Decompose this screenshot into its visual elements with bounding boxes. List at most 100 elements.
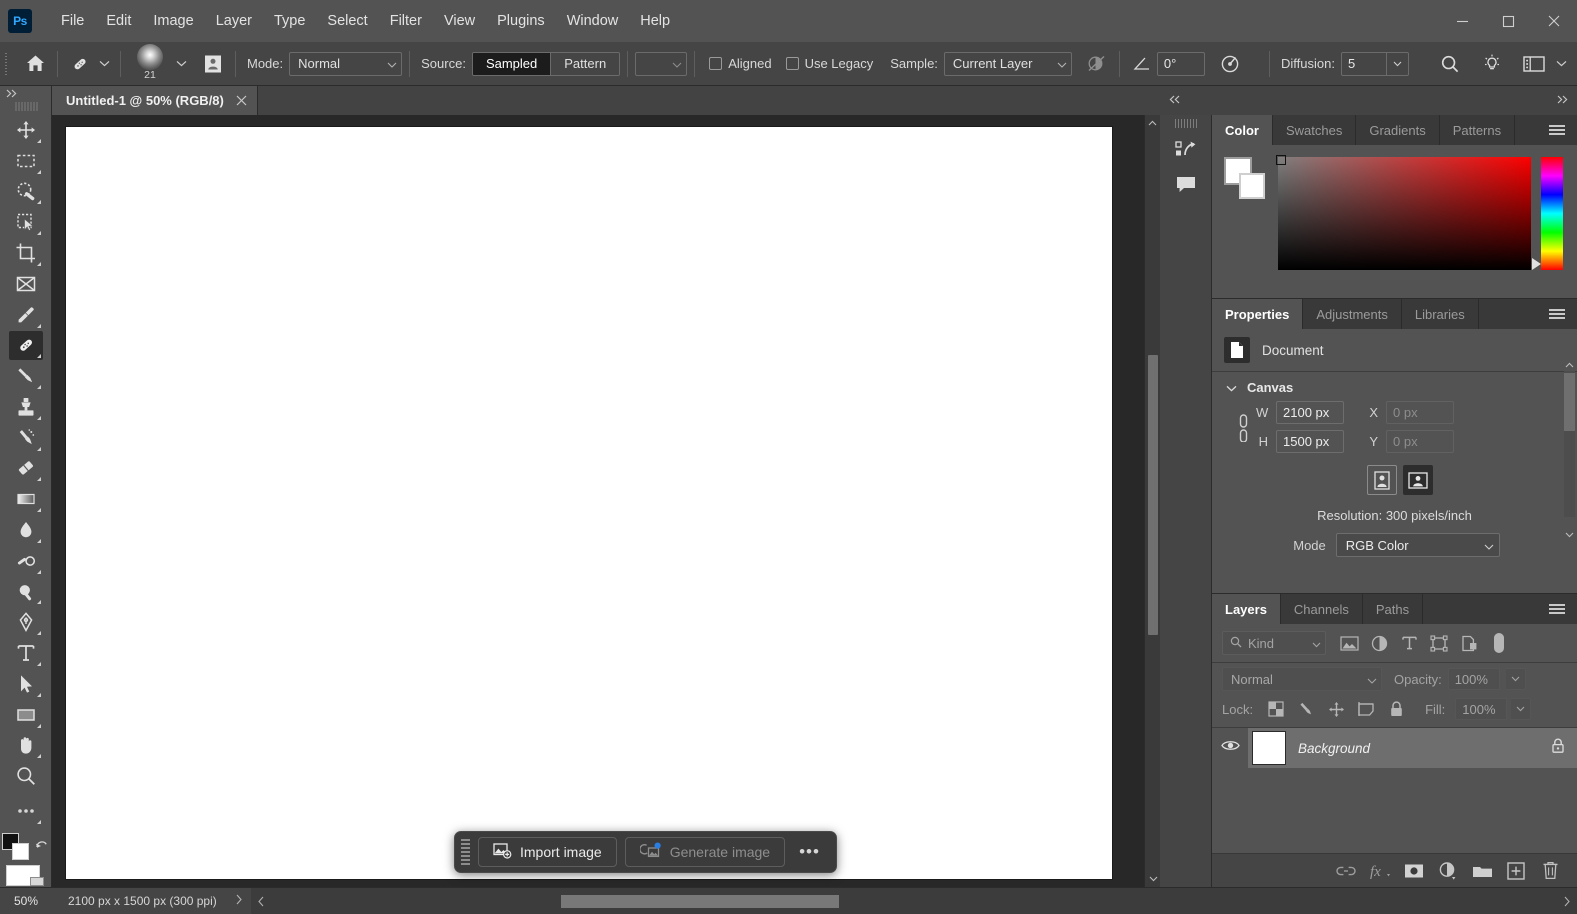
tab-channels[interactable]: Channels [1280,594,1363,624]
scrollbar-thumb[interactable] [1148,355,1158,635]
blend-mode-select[interactable]: Normal [1222,667,1382,691]
collapse-panels-icon[interactable] [1168,95,1182,107]
pressure-for-size-icon[interactable] [1215,49,1245,79]
filter-shape-icon[interactable] [1424,630,1454,656]
history-brush-tool[interactable] [9,423,43,453]
tab-color[interactable]: Color [1212,115,1273,145]
tool-preset-chevron-icon[interactable] [95,49,113,79]
source-pattern-button[interactable]: Pattern [551,52,620,75]
close-icon[interactable] [236,93,247,109]
tab-properties[interactable]: Properties [1212,299,1304,329]
tab-libraries[interactable]: Libraries [1401,299,1479,329]
canvas-viewport[interactable]: Import image Generate image ••• [52,115,1144,887]
lock-artboard-nesting-icon[interactable] [1353,697,1379,721]
expand-panels-icon[interactable] [1555,95,1569,107]
menu-layer[interactable]: Layer [205,9,263,33]
y-input[interactable]: 0 px [1386,430,1454,453]
brush-tool[interactable] [9,361,43,391]
tab-patterns[interactable]: Patterns [1439,115,1516,145]
lasso-tool[interactable] [9,177,43,207]
menu-image[interactable]: Image [142,9,204,33]
expand-toolbar-icon[interactable] [0,86,52,101]
lock-transparency-icon[interactable] [1263,697,1289,721]
panel-menu-icon[interactable] [1537,594,1577,624]
layer-row-content[interactable]: Background [1248,728,1577,768]
lock-icon[interactable] [1551,738,1565,759]
artboard[interactable] [66,127,1112,879]
canvas-vertical-scrollbar[interactable] [1144,115,1160,887]
background-color-swatch[interactable] [11,842,29,860]
menu-select[interactable]: Select [316,9,378,33]
options-bar-grip[interactable] [0,42,12,86]
menu-window[interactable]: Window [556,9,630,33]
height-input[interactable]: 1500 px [1276,430,1344,453]
healing-brush-icon[interactable] [65,49,95,79]
drag-handle[interactable] [461,839,470,865]
mode-select[interactable]: Normal [289,51,403,76]
scroll-up-icon[interactable] [1145,115,1160,131]
photoshop-logo[interactable]: Ps [8,9,32,33]
fill-stepper-icon[interactable] [1511,698,1532,720]
new-adjustment-layer-icon[interactable] [1431,854,1465,888]
crop-tool[interactable] [9,238,43,268]
menu-view[interactable]: View [433,9,486,33]
sample-select[interactable]: Current Layer [943,51,1072,76]
properties-scrollbar[interactable] [1564,355,1575,538]
chevron-down-icon[interactable] [1226,380,1237,395]
tab-adjustments[interactable]: Adjustments [1303,299,1402,329]
menu-edit[interactable]: Edit [95,9,142,33]
dodge-tool[interactable] [9,546,43,576]
blur-droplet-tool[interactable] [9,515,43,545]
rectangular-marquee-tool[interactable] [9,146,43,176]
color-spectrum-field[interactable] [1276,155,1531,270]
path-selection-tool[interactable] [9,669,43,699]
width-input[interactable]: 2100 px [1276,401,1344,424]
more-options-icon[interactable]: ••• [793,842,826,862]
search-icon[interactable] [1435,49,1465,79]
maximize-button[interactable] [1485,0,1531,42]
menu-filter[interactable]: Filter [379,9,433,33]
scroll-down-icon[interactable] [1145,871,1161,887]
foreground-background-swatch-pair[interactable] [1222,157,1268,201]
layer-visibility-toggle[interactable] [1212,739,1248,757]
layer-row-background[interactable]: Background [1212,728,1577,768]
scroll-down-icon[interactable] [1564,525,1575,543]
scrollbar-thumb[interactable] [1564,373,1575,431]
brush-preset-picker-icon[interactable] [172,49,190,79]
generate-image-button[interactable]: Generate image [624,837,786,867]
ignore-adjustment-layers-icon[interactable] [1082,49,1112,79]
clone-stamp-tool[interactable] [9,392,43,422]
pattern-stamp-icon[interactable] [198,49,228,79]
menu-plugins[interactable]: Plugins [486,9,556,33]
filter-toggle-icon[interactable] [1484,630,1514,656]
scroll-left-icon[interactable] [251,896,271,907]
workspace-switcher-icon[interactable] [1519,49,1549,79]
delete-layer-icon[interactable] [1533,854,1567,888]
close-button[interactable] [1531,0,1577,42]
filter-adjustment-icon[interactable] [1364,630,1394,656]
brush-size-preview[interactable]: 21 [128,43,172,81]
tools-panel-grip[interactable] [13,101,38,112]
rectangle-tool[interactable] [9,700,43,730]
new-layer-icon[interactable] [1499,854,1533,888]
type-tool[interactable] [9,638,43,668]
diffusion-field[interactable]: 5 [1341,51,1387,76]
new-group-icon[interactable] [1465,854,1499,888]
chevron-right-icon[interactable] [227,894,251,908]
quick-mask-icon[interactable] [4,863,48,887]
tab-swatches[interactable]: Swatches [1272,115,1357,145]
healing-brush-tool[interactable] [8,330,43,361]
import-image-button[interactable]: Import image [478,837,617,867]
panel-menu-icon[interactable] [1537,115,1577,145]
background-color-swatch[interactable] [1239,173,1265,199]
swap-colors-icon[interactable] [34,836,50,857]
lock-all-icon[interactable] [1383,697,1409,721]
foreground-background-swatches[interactable] [1,832,30,861]
object-selection-tool[interactable] [9,207,43,237]
hue-slider-handle[interactable] [1532,258,1541,270]
hand-tool[interactable] [9,731,43,761]
pattern-picker[interactable] [635,51,688,76]
link-dimensions-icon[interactable] [1230,412,1256,442]
comments-panel-icon[interactable] [1167,168,1205,202]
link-layers-icon[interactable] [1329,854,1363,888]
